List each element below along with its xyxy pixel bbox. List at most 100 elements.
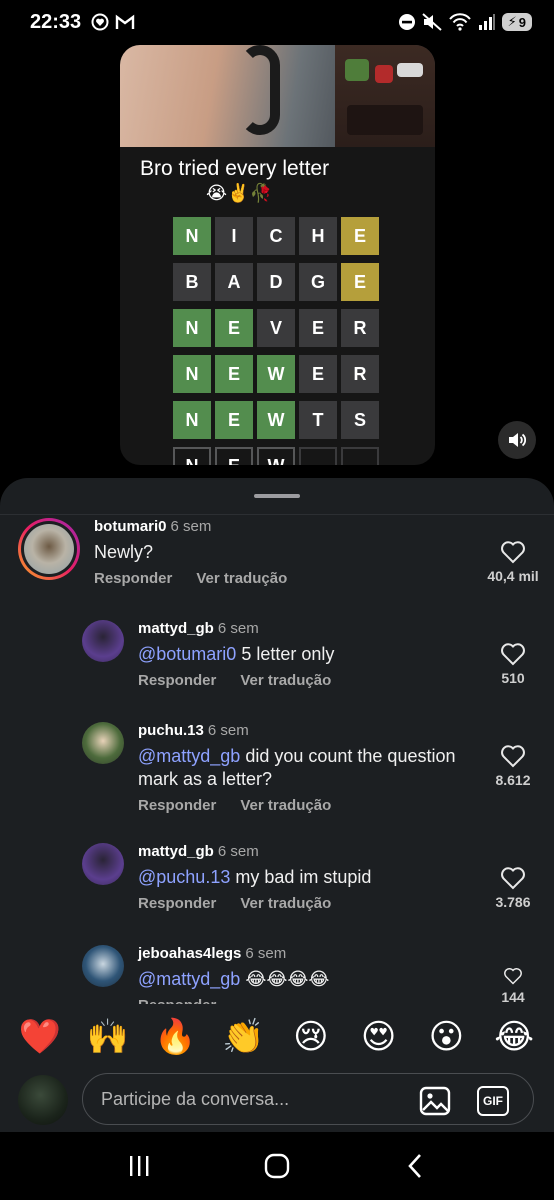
wordle-tile: A <box>215 263 253 301</box>
emoji-fire-button[interactable]: 🔥 <box>152 1017 198 1057</box>
comment-username[interactable]: mattyd_gb <box>138 620 214 637</box>
avatar[interactable] <box>82 843 124 885</box>
wordle-tile: N <box>173 401 211 439</box>
wordle-tile: C <box>257 217 295 255</box>
wordle-tile: E <box>215 355 253 393</box>
home-button[interactable] <box>257 1146 297 1186</box>
comment-reply: mattyd_gb 6 sem @puchu.13 my bad im stupi… <box>82 843 371 912</box>
heart-icon <box>501 643 525 666</box>
comment-body: 😂😂😂😂 <box>240 969 330 989</box>
gif-button[interactable]: GIF <box>477 1086 509 1116</box>
reply-button[interactable]: Responder <box>138 895 216 912</box>
comment-username[interactable]: jeboahas4legs <box>138 945 241 962</box>
comment-time: 6 sem <box>170 518 212 535</box>
translate-button[interactable]: Ver tradução <box>240 672 331 689</box>
translate-button[interactable]: Ver tradução <box>240 797 331 814</box>
like-button[interactable]: 144 <box>478 967 548 1005</box>
comment-input-container: GIF <box>82 1073 534 1125</box>
back-button[interactable] <box>395 1146 435 1186</box>
speaker-icon <box>509 433 526 447</box>
avatar[interactable] <box>82 620 124 662</box>
heart-icon <box>501 867 525 890</box>
volume-button[interactable] <box>498 421 536 459</box>
comment-input[interactable] <box>101 1088 401 1110</box>
android-nav-bar <box>0 1132 554 1200</box>
heart-icon <box>501 745 525 768</box>
wordle-tile: N <box>173 447 211 465</box>
wordle-tile <box>299 447 337 465</box>
battery-indicator: ⚡ 9 <box>501 13 532 31</box>
comment-body: 5 letter only <box>236 644 335 664</box>
wifi-icon <box>448 13 471 31</box>
wordle-tile: H <box>299 217 337 255</box>
comment-input-row: GIF <box>0 1070 554 1132</box>
video-frame <box>120 45 435 147</box>
avatar[interactable] <box>82 722 124 764</box>
comment-reply: mattyd_gb 6 sem @botumari0 5 letter only … <box>82 620 334 689</box>
reel-video[interactable]: Bro tried every letter 😭✌️🥀 NICHEBADGENE… <box>120 45 435 465</box>
comment-username[interactable]: puchu.13 <box>138 722 204 739</box>
wordle-tile: E <box>299 309 337 347</box>
translate-button[interactable]: Ver tradução <box>240 895 331 912</box>
mute-icon <box>421 13 442 31</box>
recent-apps-button[interactable] <box>119 1146 159 1186</box>
emoji-crying-button[interactable]: 😢 <box>288 1017 334 1057</box>
heart-icon <box>504 968 522 985</box>
wordle-tile: E <box>341 217 379 255</box>
comment-username[interactable]: botumari0 <box>94 518 167 535</box>
like-button[interactable]: 3.786 <box>478 866 548 910</box>
wordle-tile: E <box>215 309 253 347</box>
wordle-tile: I <box>215 217 253 255</box>
wordle-tile: E <box>215 401 253 439</box>
emoji-clap-button[interactable]: 👏 <box>220 1017 266 1057</box>
reply-button[interactable]: Responder <box>138 797 216 814</box>
comment-mention[interactable]: @puchu.13 <box>138 867 230 887</box>
heart-icon <box>501 541 525 564</box>
comment-mention[interactable]: @mattyd_gb <box>138 746 240 766</box>
status-bar: 22:33 ⚡ 9 <box>0 0 554 44</box>
translate-button[interactable]: Ver tradução <box>196 570 287 587</box>
home-icon <box>264 1153 290 1179</box>
wordle-tile: N <box>173 217 211 255</box>
emoji-laughing-button[interactable]: 😂 <box>491 1017 537 1057</box>
comment-time: 6 sem <box>207 722 249 739</box>
recent-apps-icon <box>130 1156 149 1176</box>
wordle-tile: T <box>299 401 337 439</box>
sheet-drag-handle[interactable] <box>254 494 300 498</box>
emoji-surprised-button[interactable]: 😮 <box>423 1017 469 1057</box>
like-button[interactable]: 40,4 mil <box>478 540 548 584</box>
wordle-tile: B <box>173 263 211 301</box>
emoji-heart-button[interactable]: ❤️ <box>17 1017 63 1057</box>
like-button[interactable]: 8.612 <box>478 744 548 788</box>
emoji-reaction-bar: ❤️ 🙌 🔥 👏 😢 😍 😮 😂 <box>0 1004 554 1070</box>
status-time: 22:33 <box>30 10 82 33</box>
wordle-board: NICHEBADGENEVERNEWERNEWTSNEW <box>173 217 379 465</box>
emoji-raised-hands-button[interactable]: 🙌 <box>85 1017 131 1057</box>
comment-body: my bad im stupid <box>230 867 372 887</box>
sheet-divider <box>0 514 554 515</box>
comment-username[interactable]: mattyd_gb <box>138 843 214 860</box>
comment-header: botumari0 6 sem <box>94 518 287 535</box>
wordle-tile: D <box>257 263 295 301</box>
comment-text: @botumari0 5 letter only <box>138 643 334 666</box>
comment-mention[interactable]: @mattyd_gb <box>138 969 240 989</box>
image-picker-button[interactable] <box>419 1086 451 1116</box>
gif-icon: GIF <box>477 1086 509 1116</box>
avatar[interactable] <box>82 945 124 987</box>
like-count: 40,4 mil <box>487 568 539 584</box>
video-background-shelf <box>335 45 435 147</box>
like-count: 3.786 <box>495 894 531 910</box>
comment-mention[interactable]: @botumari0 <box>138 644 236 664</box>
comment-time: 6 sem <box>217 620 259 637</box>
comment-header: puchu.13 6 sem <box>138 722 478 739</box>
wordle-tile: E <box>341 263 379 301</box>
wordle-tile: W <box>257 355 295 393</box>
reply-button[interactable]: Responder <box>138 672 216 689</box>
wordle-tile: S <box>341 401 379 439</box>
avatar[interactable] <box>18 518 80 580</box>
like-button[interactable]: 510 <box>478 642 548 686</box>
do-not-disturb-icon <box>398 14 415 30</box>
comment-time: 6 sem <box>245 945 287 962</box>
reply-button[interactable]: Responder <box>94 570 172 587</box>
emoji-heart-eyes-button[interactable]: 😍 <box>356 1017 402 1057</box>
